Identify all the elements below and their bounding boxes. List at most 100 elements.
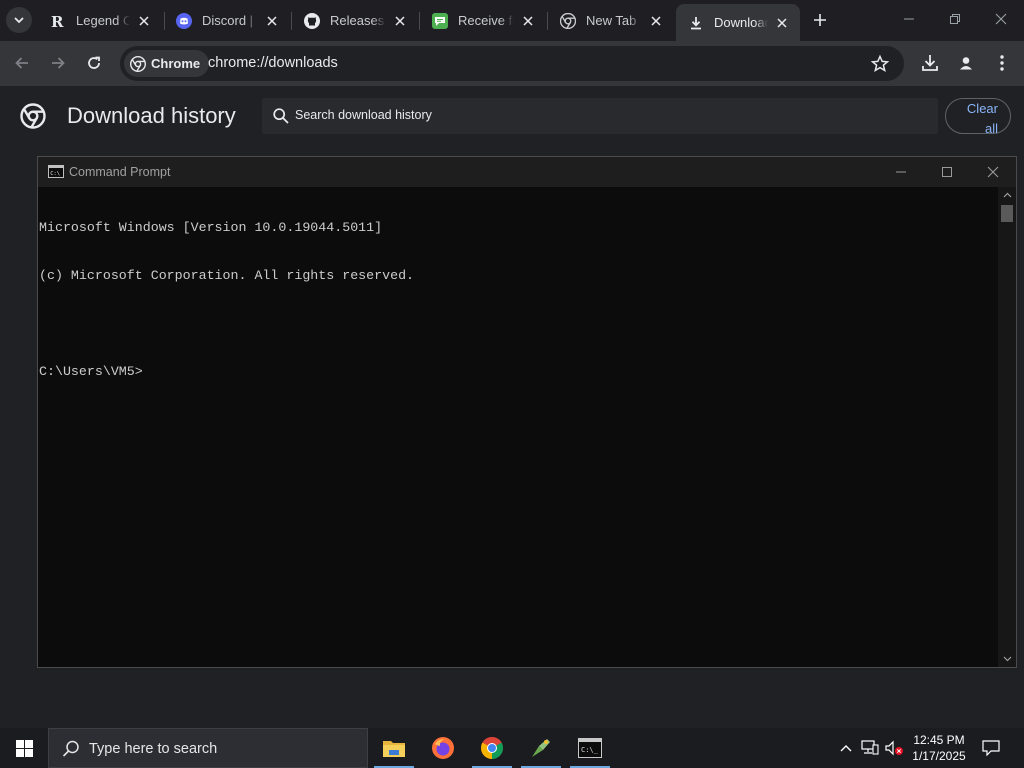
chevron-down-icon bbox=[14, 17, 24, 24]
volume-muted-icon bbox=[885, 740, 903, 756]
close-tab-icon[interactable] bbox=[264, 13, 280, 29]
forward-button[interactable] bbox=[44, 49, 72, 77]
minimize-button[interactable] bbox=[886, 0, 932, 38]
action-center-button[interactable] bbox=[978, 736, 1004, 760]
tab-title: Downloads bbox=[714, 15, 768, 30]
tab-github-releases[interactable]: Releases · bbox=[292, 4, 418, 37]
scroll-up-arrow[interactable] bbox=[998, 187, 1016, 203]
download-icon bbox=[922, 55, 938, 71]
downloads-button[interactable] bbox=[918, 51, 942, 75]
plus-icon bbox=[814, 14, 826, 26]
arrow-left-icon bbox=[15, 57, 28, 69]
download-search-input[interactable]: Search download history bbox=[262, 98, 938, 134]
github-icon bbox=[304, 12, 320, 29]
address-bar[interactable]: Chrome chrome://downloads bbox=[120, 46, 904, 81]
console-scrollbar[interactable] bbox=[998, 187, 1016, 667]
restore-icon bbox=[950, 14, 960, 24]
start-button[interactable] bbox=[0, 728, 48, 768]
close-tab-icon[interactable] bbox=[392, 13, 408, 29]
chrome-icon bbox=[130, 55, 146, 72]
tab-strip: R Legend Of Discord | P Releases · Recei… bbox=[0, 0, 1024, 41]
tab-title: New Tab bbox=[586, 13, 637, 28]
reload-icon bbox=[88, 56, 100, 69]
console-output[interactable]: Microsoft Windows [Version 10.0.19044.50… bbox=[39, 188, 997, 666]
command-prompt-icon: C:\_ bbox=[578, 738, 602, 758]
arrow-right-icon bbox=[52, 57, 65, 69]
app-icon bbox=[532, 739, 550, 757]
close-window-button[interactable] bbox=[978, 0, 1024, 38]
system-clock[interactable]: 12:45 PM 1/17/2025 bbox=[908, 732, 970, 764]
search-placeholder: Search download history bbox=[295, 108, 432, 122]
svg-text:C:\: C:\ bbox=[50, 171, 60, 177]
tab-legend[interactable]: R Legend Of bbox=[38, 4, 162, 37]
taskbar-file-explorer[interactable] bbox=[370, 728, 418, 768]
chrome-logo-icon bbox=[20, 103, 46, 129]
back-button[interactable] bbox=[8, 49, 36, 77]
r-logo-icon: R bbox=[50, 13, 66, 29]
scroll-thumb[interactable] bbox=[1001, 205, 1013, 222]
network-status[interactable] bbox=[860, 738, 880, 758]
taskbar-app[interactable] bbox=[517, 728, 565, 768]
volume-status[interactable] bbox=[884, 738, 904, 758]
cmd-title: Command Prompt bbox=[69, 165, 171, 179]
clear-all-button[interactable]: Clear all bbox=[945, 98, 1011, 136]
tab-search-button[interactable] bbox=[6, 7, 32, 33]
notification-icon bbox=[982, 740, 1000, 756]
url-text[interactable]: chrome://downloads bbox=[208, 55, 338, 71]
windows-logo-icon bbox=[15, 739, 33, 757]
tab-title: Receive fre bbox=[458, 13, 514, 28]
clear-all-label: Clear all bbox=[966, 101, 998, 136]
taskbar-firefox[interactable] bbox=[419, 728, 467, 768]
taskbar-command-prompt[interactable]: C:\_ bbox=[566, 728, 614, 768]
tab-discord[interactable]: Discord | P bbox=[164, 4, 290, 37]
taskbar-search-input[interactable]: Type here to search bbox=[48, 728, 368, 768]
command-prompt-window[interactable]: C:\ Command Prompt Microsoft Windows [Ve… bbox=[37, 156, 1017, 668]
tab-new-tab[interactable]: New Tab bbox=[548, 4, 674, 37]
scroll-down-arrow[interactable] bbox=[998, 651, 1016, 667]
sms-icon bbox=[432, 12, 448, 29]
new-tab-button[interactable] bbox=[808, 8, 832, 32]
clock-date: 1/17/2025 bbox=[912, 749, 966, 763]
download-icon bbox=[688, 15, 704, 31]
network-icon bbox=[861, 740, 879, 755]
taskbar-chrome[interactable] bbox=[468, 728, 516, 768]
site-info-chip[interactable]: Chrome bbox=[124, 50, 210, 77]
close-tab-icon[interactable] bbox=[136, 13, 152, 29]
profile-icon bbox=[956, 53, 976, 73]
discord-icon bbox=[176, 12, 192, 29]
cmd-minimize-button[interactable] bbox=[878, 157, 924, 187]
bookmark-star-icon[interactable] bbox=[870, 54, 890, 74]
tab-downloads[interactable]: Downloads bbox=[676, 4, 800, 41]
close-icon bbox=[987, 166, 999, 178]
chip-label: Chrome bbox=[151, 56, 201, 71]
clock-time: 12:45 PM bbox=[913, 733, 965, 747]
restore-button[interactable] bbox=[932, 0, 978, 38]
profile-button[interactable] bbox=[954, 51, 978, 75]
downloads-header: Download history Search download history… bbox=[0, 86, 1024, 148]
menu-button[interactable] bbox=[990, 51, 1014, 75]
chevron-down-icon bbox=[1003, 656, 1011, 662]
tab-receive-sms[interactable]: Receive fre bbox=[420, 4, 546, 37]
chevron-up-icon bbox=[840, 745, 852, 752]
cmd-maximize-button[interactable] bbox=[924, 157, 970, 187]
firefox-icon bbox=[432, 737, 454, 759]
cmd-title-bar[interactable]: C:\ Command Prompt bbox=[38, 157, 1016, 187]
reload-button[interactable] bbox=[80, 49, 108, 77]
console-prompt: C:\Users\VM5> bbox=[39, 364, 143, 379]
chrome-icon bbox=[560, 12, 576, 29]
taskbar-search-placeholder: Type here to search bbox=[89, 741, 218, 757]
svg-text:C:\_: C:\_ bbox=[581, 746, 599, 754]
search-icon bbox=[273, 108, 289, 124]
maximize-icon bbox=[942, 167, 952, 177]
file-explorer-icon bbox=[383, 741, 405, 757]
cmd-close-button[interactable] bbox=[970, 157, 1016, 187]
close-tab-icon[interactable] bbox=[648, 13, 664, 29]
minimize-icon bbox=[904, 18, 914, 20]
console-line: (c) Microsoft Corporation. All rights re… bbox=[39, 268, 415, 283]
close-tab-icon[interactable] bbox=[774, 15, 790, 31]
page-title: Download history bbox=[67, 103, 236, 128]
show-hidden-icons-button[interactable] bbox=[836, 738, 856, 758]
close-tab-icon[interactable] bbox=[520, 13, 536, 29]
tab-title: Legend Of bbox=[76, 13, 130, 28]
